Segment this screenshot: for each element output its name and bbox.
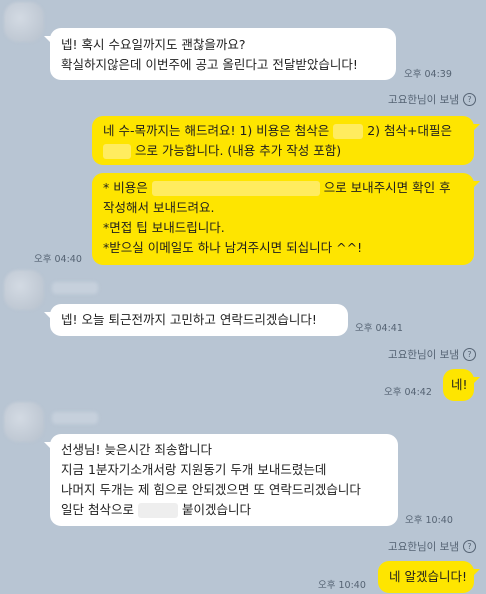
sender-name-redacted <box>52 412 98 424</box>
message-bubble-outgoing[interactable]: 네 알겠습니다! <box>378 561 480 593</box>
message-time: 오후 04:41 <box>355 323 403 334</box>
message-text: *받으실 이메일도 하나 남겨주시면 되십니다 ^^! <box>103 240 363 255</box>
message-text: 작성해서 보내드려요. <box>103 200 215 215</box>
sent-status: 고요한님이 보냄 ? <box>388 347 476 362</box>
sent-status: 고요한님이 보냄 ? <box>388 539 476 554</box>
redacted-text <box>137 503 178 518</box>
message-bubble-incoming[interactable]: 넵! 혹시 수요일까지도 괜찮을까요? 확실하지않은데 이번주에 공고 올린다고… <box>44 28 396 80</box>
redacted-price <box>103 144 131 159</box>
sender-name-redacted <box>52 282 98 294</box>
sender-avatar[interactable] <box>4 270 44 310</box>
message-time: 오후 04:42 <box>384 387 432 398</box>
message-time: 오후 10:40 <box>405 515 453 526</box>
message-text: 으로 가능합니다. (내용 추가 작성 포함) <box>134 143 342 158</box>
question-circle-icon[interactable]: ? <box>463 93 476 106</box>
message-bubble-incoming[interactable]: 선생님! 늦은시간 죄송합니다 지금 1분자기소개서랑 지원동기 두개 보내드렸… <box>44 434 398 526</box>
message-text: 일단 첨삭으로 <box>61 502 134 517</box>
message-text: 지금 1분자기소개서랑 지원동기 두개 보내드렸는데 <box>61 462 327 477</box>
redacted-price <box>333 124 364 139</box>
sent-status-label: 고요한님이 보냄 <box>388 94 459 106</box>
message-text: 네! <box>451 377 468 392</box>
message-bubble-outgoing[interactable]: * 비용은 으로 보내주시면 확인 후 작성해서 보내드려요. *면접 팁 보내… <box>92 173 480 265</box>
sender-avatar[interactable] <box>4 402 44 442</box>
message-time: 오후 10:40 <box>318 580 366 591</box>
message-text: 네 수-목까지는 해드려요! 1) 비용은 첨삭은 <box>103 123 330 138</box>
message-text: 넵! 혹시 수요일까지도 괜찮을까요? <box>61 37 246 52</box>
message-line: 네 수-목까지는 해드려요! 1) 비용은 첨삭은 2) 첨삭+대필은 <box>103 121 463 141</box>
message-time: 오후 04:39 <box>404 69 452 80</box>
message-text: 으로 보내주시면 확인 후 <box>323 180 451 195</box>
message-text: 네 알겠습니다! <box>389 569 467 584</box>
question-circle-icon[interactable]: ? <box>463 348 476 361</box>
message-text: 나머지 두개는 제 힘으로 안되겠으면 또 연락드리겠습니다 <box>61 482 361 497</box>
redacted-account <box>151 181 320 196</box>
message-bubble-outgoing[interactable]: 네 수-목까지는 해드려요! 1) 비용은 첨삭은 2) 첨삭+대필은 으로 가… <box>92 116 480 165</box>
message-bubble-outgoing[interactable]: 네! <box>443 369 480 401</box>
sender-avatar[interactable] <box>4 2 44 42</box>
message-time: 오후 04:40 <box>34 254 82 265</box>
message-bubble-incoming[interactable]: 넵! 오늘 퇴근전까지 고민하고 연락드리겠습니다! <box>44 304 348 336</box>
sent-status-label: 고요한님이 보냄 <box>388 349 459 361</box>
sent-status-label: 고요한님이 보냄 <box>388 541 459 553</box>
message-line: * 비용은 으로 보내주시면 확인 후 <box>103 178 463 198</box>
message-text: 선생님! 늦은시간 죄송합니다 <box>61 442 212 457</box>
message-text: 붙이겠습니다 <box>181 502 251 517</box>
message-line: 으로 가능합니다. (내용 추가 작성 포함) <box>103 141 463 161</box>
message-text: * 비용은 <box>103 180 148 195</box>
message-text: *면접 팁 보내드립니다. <box>103 220 225 235</box>
message-text: 2) 첨삭+대필은 <box>367 123 452 138</box>
message-text: 확실하지않은데 이번주에 공고 올린다고 전달받았습니다! <box>61 57 358 72</box>
message-line: 일단 첨삭으로 붙이겠습니다 <box>61 500 387 520</box>
message-text: 넵! 오늘 퇴근전까지 고민하고 연락드리겠습니다! <box>61 312 317 327</box>
sent-status: 고요한님이 보냄 ? <box>388 92 476 107</box>
question-circle-icon[interactable]: ? <box>463 540 476 553</box>
